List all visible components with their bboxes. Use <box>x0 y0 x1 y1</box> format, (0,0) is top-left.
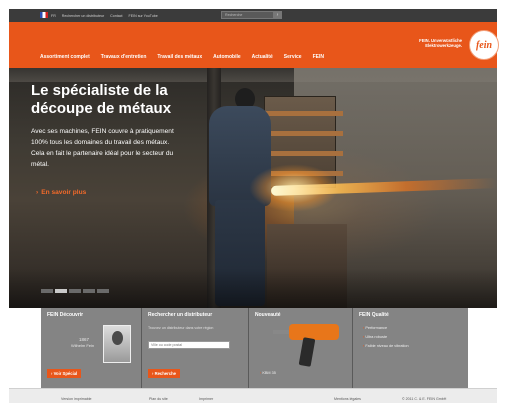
hero-title-line2: découpe de métaux <box>31 100 172 117</box>
slider-dots <box>41 289 109 293</box>
panel-quality: FEIN Qualité Performance Ultra robuste F… <box>353 308 468 388</box>
slider-dot[interactable] <box>97 289 109 293</box>
contact-link[interactable]: Contact <box>110 14 122 18</box>
footer: Version imprimable Plan du site Imprimer… <box>9 388 497 403</box>
panel-dealer-title: Rechercher un distributeur <box>148 312 213 318</box>
discover-button[interactable]: Voir Spécial <box>47 369 82 378</box>
quality-list: Performance Ultra robuste Faible niveau … <box>363 324 409 351</box>
slider-dot[interactable] <box>41 289 53 293</box>
slider-dot[interactable] <box>55 289 67 293</box>
discover-name: Wilhelm Fein <box>71 343 95 348</box>
footer-legal-link[interactable]: Mentions légales <box>334 397 361 401</box>
feature-panels: FEIN Découvrir 1867 Wilhelm Fein Voir Sp… <box>41 308 468 388</box>
footer-print-page-link[interactable]: Imprimer <box>199 397 213 401</box>
quality-item[interactable]: Ultra robuste <box>363 333 409 342</box>
panel-discover-title: FEIN Découvrir <box>47 312 84 318</box>
drill-product-image[interactable] <box>271 320 345 372</box>
dealer-search-link[interactable]: Rechercher un distributeur <box>62 14 104 18</box>
main-nav: Assortiment complet Travaux d'entretien … <box>40 54 324 60</box>
panel-new-product: Nouveauté KBM 35 <box>249 308 353 388</box>
panel-quality-title: FEIN Qualité <box>359 312 389 318</box>
discover-year: 1867 <box>79 337 90 342</box>
site-search-input[interactable]: Recherche <box>221 11 279 19</box>
france-flag-icon[interactable] <box>40 12 48 18</box>
hero-floor <box>9 268 497 308</box>
panel-dealer-search: Rechercher un distributeur Trouvez un di… <box>142 308 249 388</box>
brand-tagline-line2: Elektrowerkzeuge. <box>425 43 462 48</box>
quality-item[interactable]: Performance <box>363 324 409 333</box>
language-link[interactable]: FR <box>51 14 56 18</box>
footer-print-link[interactable]: Version imprimable <box>61 397 92 401</box>
brand-tagline: FEIN. Unverwüstliche Elektrowerkzeuge. <box>402 38 462 48</box>
nav-item-fein[interactable]: FEIN <box>313 54 324 60</box>
dealer-search-button[interactable]: Recherche <box>148 369 180 378</box>
slider-dot[interactable] <box>83 289 95 293</box>
nav-item-metaux[interactable]: Travail des métaux <box>157 54 202 60</box>
main-header: Assortiment complet Travaux d'entretien … <box>9 22 499 68</box>
nav-item-automobile[interactable]: Automobile <box>213 54 241 60</box>
panel-new-title: Nouveauté <box>255 312 281 318</box>
quality-item[interactable]: Faible niveau de vibration <box>363 342 408 351</box>
footer-sitemap-link[interactable]: Plan du site <box>149 397 168 401</box>
nav-item-assortiment[interactable]: Assortiment complet <box>40 54 90 60</box>
hero-description: Avec ses machines, FEIN couvre à pratiqu… <box>31 128 174 168</box>
youtube-link[interactable]: FEIN sur YouTube <box>129 14 158 18</box>
dealer-location-input[interactable]: Ville ou code postal <box>148 341 230 349</box>
dealer-description: Trouvez un distributeur dans votre régio… <box>148 326 214 330</box>
nav-item-actualite[interactable]: Actualité <box>252 54 273 60</box>
footer-copyright: © 2011 C. & E. FEIN GmbH <box>402 397 447 401</box>
utility-links: FR Rechercher un distributeur Contact FE… <box>51 14 158 18</box>
slider-dot[interactable] <box>69 289 81 293</box>
nav-item-service[interactable]: Service <box>284 54 302 60</box>
hero-title-line1: Le spécialiste de la <box>31 82 168 99</box>
panel-discover: FEIN Découvrir 1867 Wilhelm Fein Voir Sp… <box>41 308 142 388</box>
hero-title: Le spécialiste de la découpe de métaux <box>31 82 171 118</box>
new-product-link[interactable]: KBM 35 <box>260 371 276 375</box>
fein-logo[interactable]: fein <box>469 30 499 60</box>
hero-cta-link[interactable]: En savoir plus <box>36 189 86 196</box>
founder-portrait <box>103 325 131 363</box>
utility-bar: FR Rechercher un distributeur Contact FE… <box>9 9 497 22</box>
search-button[interactable]: › <box>273 11 282 19</box>
nav-item-entretien[interactable]: Travaux d'entretien <box>101 54 147 60</box>
